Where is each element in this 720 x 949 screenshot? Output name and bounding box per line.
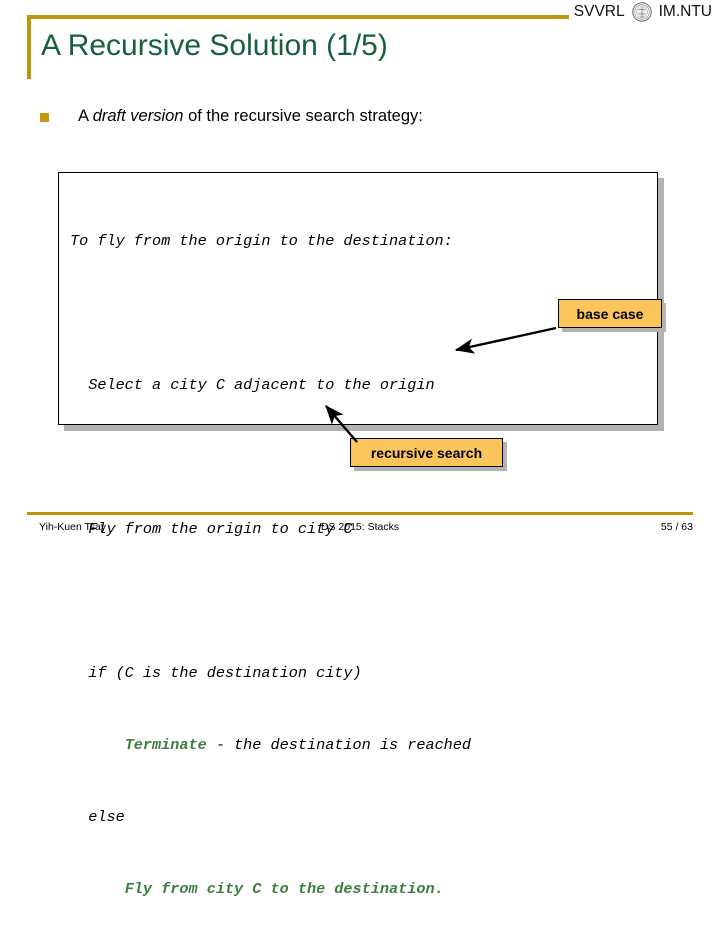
code-line-blank-3 — [70, 589, 471, 613]
callout-base-case: base case — [558, 299, 662, 328]
callout-recursive-search: recursive search — [350, 438, 503, 467]
footer-course: DS 2015: Stacks — [320, 521, 400, 533]
title-rule-horizontal — [27, 15, 569, 19]
code-keyword-terminate: Terminate — [124, 736, 207, 754]
page-title: A Recursive Solution (1/5) — [41, 29, 388, 62]
title-rule-vertical — [27, 15, 31, 79]
ntu-seal-icon — [631, 2, 652, 22]
bullet-text-emphasis: draft version — [92, 107, 184, 125]
slide-footer: Yih-Kuen Tsay DS 2015: Stacks 55 / 63 — [27, 519, 693, 537]
footer-rule — [27, 512, 693, 515]
code-line-2: Select a city C adjacent to the origin — [70, 376, 435, 394]
code-line-5-rest: - the destination is reached — [206, 736, 472, 754]
code-line-7: Fly from city C to the destination. — [70, 877, 471, 901]
code-listing: To fly from the origin to the destinatio… — [70, 181, 471, 949]
brand-label-imntu: IM.NTU — [658, 3, 712, 20]
bullet-row: A draft version of the recursive search … — [40, 105, 423, 127]
brand-label-svvrl: SVVRL — [573, 3, 625, 20]
code-line-1: To fly from the origin to the destinatio… — [70, 232, 453, 250]
slide-header: A Recursive Solution (1/5) SVVRL IM.NTU — [0, 0, 720, 92]
bullet-text-suffix: of the recursive search strategy: — [183, 107, 423, 125]
code-line-6: else — [70, 808, 125, 826]
footer-page-number: 55 / 63 — [660, 521, 693, 533]
code-line-5-indent — [70, 736, 125, 754]
bullet-text: A draft version of the recursive search … — [78, 105, 423, 127]
code-recursive-call: Fly from city C to the destination. — [124, 880, 444, 898]
code-line-5: Terminate - the destination is reached — [70, 733, 471, 757]
bullet-square-icon — [40, 113, 49, 122]
code-line-7-indent — [70, 880, 125, 898]
code-line-4: if (C is the destination city) — [70, 664, 362, 682]
code-line-blank-1 — [70, 301, 471, 325]
bullet-text-prefix: A — [78, 107, 93, 125]
brand-block: SVVRL IM.NTU — [574, 2, 712, 22]
